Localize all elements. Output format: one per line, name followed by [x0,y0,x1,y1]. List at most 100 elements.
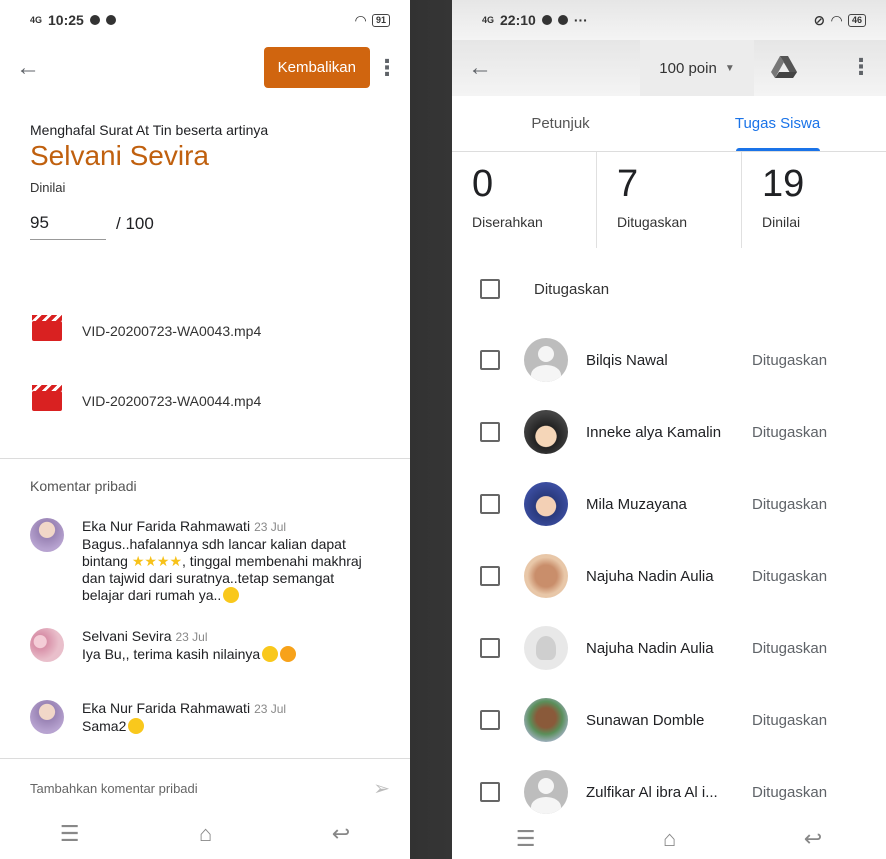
status-left: 4G 10:25 [30,12,116,28]
student-name: Najuha Nadin Aulia [586,567,714,585]
avatar [524,554,568,598]
comment-date: 23 Jul [175,630,208,644]
student-row[interactable]: Najuha Nadin Aulia Ditugaskan [452,612,886,684]
student-row[interactable]: Mila Muzayana Ditugaskan [452,468,886,540]
comment-author: Eka Nur Farida Rahmawati [82,518,251,534]
student-status: Ditugaskan [752,495,828,513]
left-phone-screen: 4G 10:25 ◠ 91 ← Kembalikan ⋮ Menghafal S… [0,0,410,859]
home-icon[interactable]: ⌂ [199,821,212,847]
menu-icon[interactable]: ☰ [516,826,536,852]
avatar [524,770,568,814]
drive-icon[interactable] [771,55,797,79]
student-status: Ditugaskan [752,423,828,441]
more-notifications: ··· [573,12,588,28]
avatar [524,626,568,670]
student-checkbox[interactable] [480,350,500,370]
right-phone-screen: 4G 22:10 ··· ⊘ ◠ 46 ← 100 poin ▼ ⋮ Petun… [452,0,886,859]
student-checkbox[interactable] [480,782,500,802]
add-comment-field[interactable]: Tambahkan komentar pribadi ➢ [30,768,390,808]
comment-author: Eka Nur Farida Rahmawati [82,700,251,716]
back-arrow-icon[interactable]: ← [16,54,48,82]
return-button[interactable]: Kembalikan [263,47,370,88]
comment-text: Iya Bu,, terima kasih nilainya [82,646,261,662]
avatar [524,338,568,382]
back-arrow-icon[interactable]: ← [468,54,500,82]
add-comment-placeholder: Tambahkan komentar pribadi [30,780,198,796]
comment-author: Selvani Sevira [82,628,172,644]
stat-count: 0 [472,163,494,205]
video-icon [32,315,62,341]
points-label: 100 poin [659,59,717,77]
grade-max: / 100 [116,214,154,233]
attachment-name: VID-20200723-WA0043.mp4 [82,323,262,339]
student-status: Ditugaskan [752,639,828,657]
more-options-icon[interactable]: ⋮ [376,55,398,81]
student-status: Ditugaskan [752,351,828,369]
student-checkbox[interactable] [480,710,500,730]
comments-header: Komentar pribadi [30,478,137,494]
points-dropdown[interactable]: 100 poin ▼ [640,40,754,96]
grade-row: 95 / 100 [30,213,410,240]
smile-emoji-icon [262,646,279,662]
student-row[interactable]: Sunawan Domble Ditugaskan [452,684,886,756]
send-icon[interactable]: ➢ [373,776,390,801]
home-icon[interactable]: ⌂ [663,826,676,852]
menu-icon[interactable]: ☰ [60,821,80,847]
notification-icon [105,15,116,25]
avatar [524,698,568,742]
status-bar: 4G 10:25 ◠ 91 [0,0,410,40]
app-bar: ← Kembalikan ⋮ [0,40,410,96]
notification-icon [89,15,100,25]
stat-turned-in[interactable]: 0 Diserahkan [452,152,597,248]
attachment-item[interactable]: VID-20200723-WA0043.mp4 [0,296,410,366]
student-name: Bilqis Nawal [586,351,668,369]
comment-item: Selvani Sevira 23 Jul Iya Bu,, terima kas… [30,628,372,663]
smile-emoji-icon [223,587,240,603]
student-name: Najuha Nadin Aulia [586,639,714,657]
kiss-emoji-icon [280,646,297,662]
comment-body: Eka Nur Farida Rahmawati 23 Jul Sama2 [82,700,372,735]
student-row[interactable]: Zulfikar Al ibra Al i... Ditugaskan [452,756,886,828]
attachments-list: VID-20200723-WA0043.mp4 VID-20200723-WA0… [0,296,410,436]
avatar [524,410,568,454]
back-icon[interactable]: ↩ [332,821,350,847]
comment-body: Selvani Sevira 23 Jul Iya Bu,, terima kas… [82,628,372,663]
assignment-title: Menghafal Surat At Tin beserta artinya [30,122,269,138]
app-bar: ← 100 poin ▼ ⋮ [452,40,886,96]
tab-instructions[interactable]: Petunjuk [452,96,669,151]
grade-input[interactable]: 95 [30,213,106,240]
student-checkbox[interactable] [480,566,500,586]
status-left: 4G 22:10 ··· [482,12,588,28]
stat-assigned[interactable]: 7 Ditugaskan [597,152,742,248]
smile-emoji-icon [128,718,145,734]
comment-text: Sama2 [82,718,127,734]
student-status: Ditugaskan [752,567,828,585]
divider [0,458,410,459]
stat-graded[interactable]: 19 Dinilai [742,152,886,248]
attachment-name: VID-20200723-WA0044.mp4 [82,393,262,409]
comment-item: Eka Nur Farida Rahmawati 23 Jul Bagus..ha… [30,518,372,604]
stat-count: 19 [762,163,805,205]
comment-date: 23 Jul [254,520,287,534]
select-all-checkbox[interactable] [480,279,500,299]
attachment-item[interactable]: VID-20200723-WA0044.mp4 [0,366,410,436]
student-name: Inneke alya Kamalin [586,423,722,441]
student-row[interactable]: Najuha Nadin Aulia Ditugaskan [452,540,886,612]
system-nav-bar: ☰ ⌂ ↩ [0,809,410,859]
clock: 22:10 [500,12,536,28]
student-checkbox[interactable] [480,422,500,442]
tab-student-work[interactable]: Tugas Siswa [669,96,886,151]
student-row[interactable]: Inneke alya Kamalin Ditugaskan [452,396,886,468]
stat-label: Ditugaskan [617,214,688,230]
network-indicator: 4G [482,15,495,25]
mute-icon: ⊘ [813,11,826,28]
status-right: ◠ 91 [355,12,390,29]
more-options-icon[interactable]: ⋮ [850,54,872,80]
student-checkbox[interactable] [480,494,500,514]
student-row[interactable]: Bilqis Nawal Ditugaskan [452,324,886,396]
back-icon[interactable]: ↩ [804,826,822,852]
student-checkbox[interactable] [480,638,500,658]
comment-item: Eka Nur Farida Rahmawati 23 Jul Sama2 [30,700,372,735]
list-header-row: Ditugaskan [452,254,886,324]
student-name: Sunawan Domble [586,711,705,729]
